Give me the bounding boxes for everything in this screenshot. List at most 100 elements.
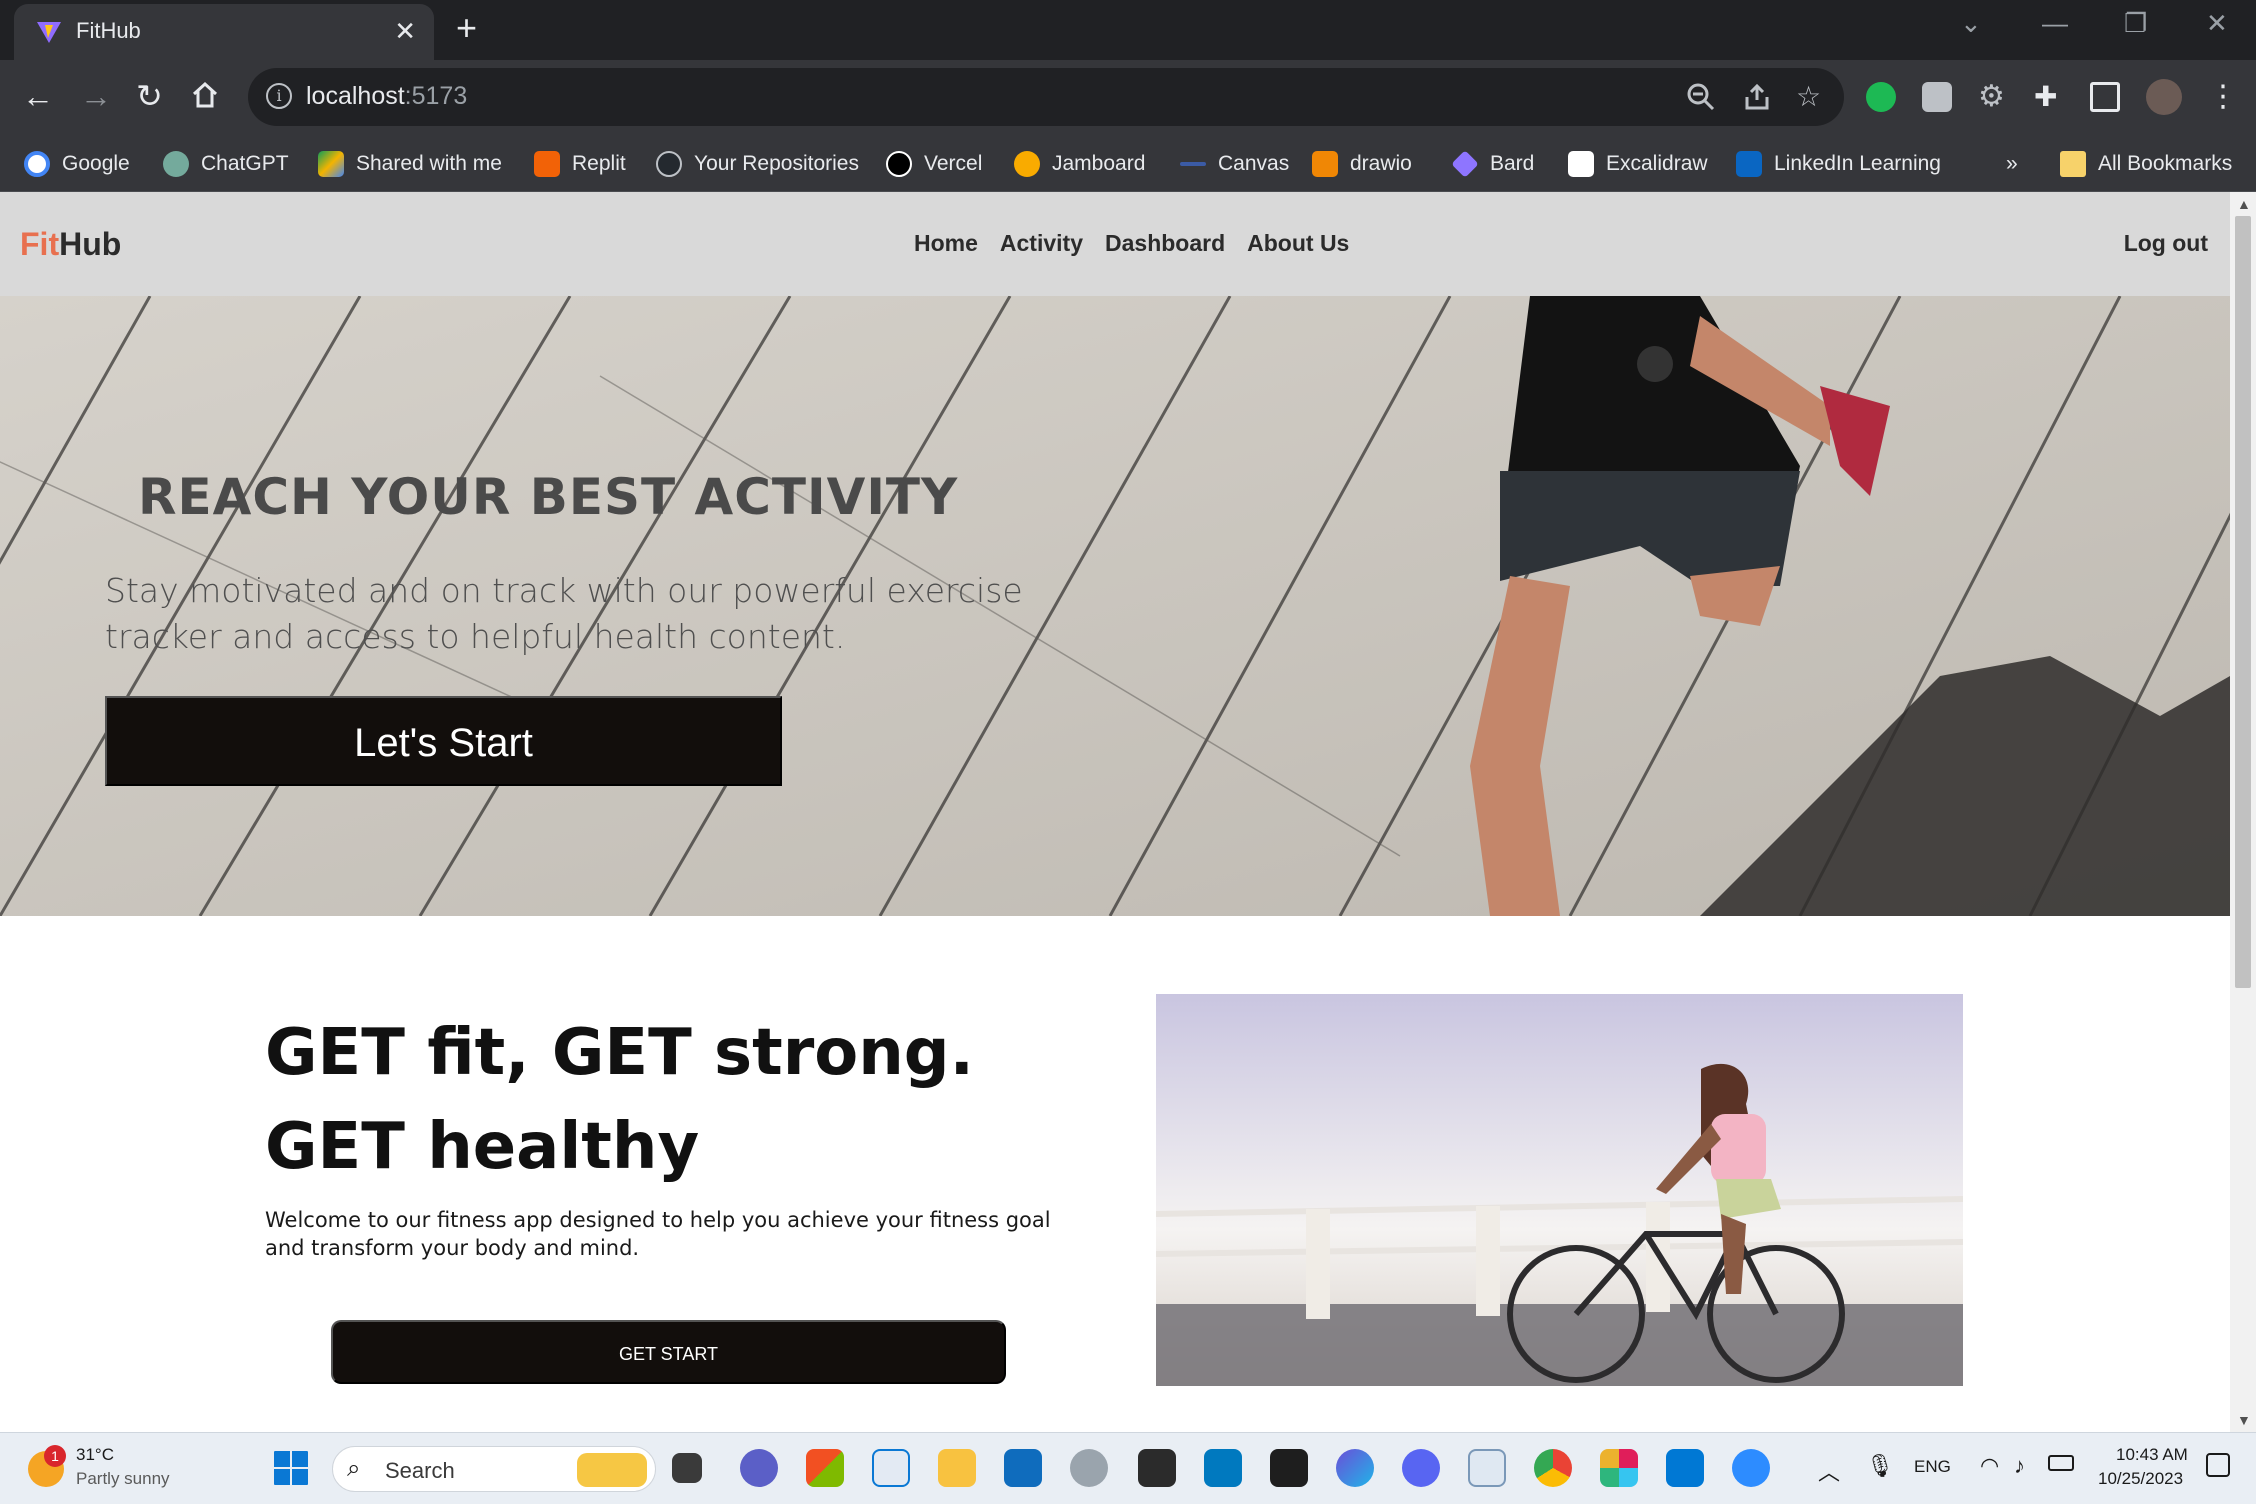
settings-extension-icon[interactable]: ⚙	[1978, 82, 2008, 112]
chatgpt-icon	[163, 151, 189, 177]
scrollbar-thumb[interactable]	[2235, 216, 2251, 988]
replit-icon	[534, 151, 560, 177]
language-indicator[interactable]: ENG	[1914, 1457, 1951, 1477]
side-panel-icon[interactable]	[2090, 82, 2120, 112]
bookmark-label: drawio	[1350, 152, 1412, 175]
discord-icon[interactable]	[1402, 1449, 1440, 1487]
bookmark-your-repositories[interactable]: Your Repositories	[656, 148, 859, 180]
close-window-icon[interactable]: ✕	[2206, 8, 2228, 39]
bookmark-label: Shared with me	[356, 152, 502, 175]
zoom-icon[interactable]	[1686, 82, 1716, 112]
database-icon[interactable]	[1070, 1449, 1108, 1487]
extensions-puzzle-icon[interactable]: ✚	[2034, 82, 2064, 112]
vscode-icon[interactable]	[1666, 1449, 1704, 1487]
bookmark-star-icon[interactable]: ☆	[1796, 80, 1821, 113]
bookmark-google[interactable]: Google	[24, 148, 130, 180]
vite-favicon-icon	[37, 22, 61, 43]
bookmark-label: Jamboard	[1052, 152, 1146, 175]
weather-temperature: 31°C	[76, 1445, 114, 1464]
fithub-logo[interactable]: FitHub	[20, 226, 121, 263]
reload-icon[interactable]: ↻	[136, 78, 163, 114]
profile-avatar[interactable]	[2146, 79, 2182, 115]
scroll-up-arrow-icon[interactable]: ▲	[2237, 196, 2251, 212]
slack-icon[interactable]	[1600, 1449, 1638, 1487]
nav-home-link[interactable]: Home	[914, 230, 978, 257]
linkedin-learning-icon	[1736, 151, 1762, 177]
close-tab-icon[interactable]: ✕	[394, 16, 416, 46]
github-icon	[656, 151, 682, 177]
share-icon[interactable]	[1742, 82, 1772, 112]
jamboard-icon	[1014, 151, 1040, 177]
file-explorer-icon[interactable]	[938, 1449, 976, 1487]
battery-icon[interactable]	[2048, 1455, 2074, 1471]
nav-activity-link[interactable]: Activity	[1000, 230, 1083, 257]
teams-chat-icon[interactable]	[740, 1449, 778, 1487]
lets-start-button[interactable]: Let's Start	[105, 696, 782, 786]
chrome-menu-icon[interactable]: ⋮	[2208, 82, 2238, 112]
bookmark-excalidraw[interactable]: Excalidraw	[1568, 148, 1708, 180]
outlook-icon[interactable]	[1004, 1449, 1042, 1487]
microphone-icon[interactable]: 🎙	[1866, 1453, 1894, 1479]
bookmark-replit[interactable]: Replit	[534, 148, 626, 180]
new-tab-icon[interactable]: +	[456, 10, 477, 46]
bookmark-vercel[interactable]: Vercel	[886, 148, 982, 180]
logout-link[interactable]: Log out	[2124, 230, 2208, 257]
tab-search-chevron-icon[interactable]: ⌄	[1960, 8, 1982, 39]
bookmark-jamboard[interactable]: Jamboard	[1014, 148, 1145, 180]
google-icon	[24, 151, 50, 177]
bard-sparkle-icon	[1451, 150, 1479, 178]
restore-icon[interactable]: ❐	[2124, 8, 2147, 39]
taskbar-search-box[interactable]: ⌕ Search	[332, 1446, 656, 1492]
canvas-icon	[1180, 162, 1206, 166]
figma-icon[interactable]	[1270, 1449, 1308, 1487]
task-view-icon[interactable]	[672, 1453, 702, 1483]
bookmark-label: Excalidraw	[1606, 152, 1708, 175]
app-window-icon[interactable]	[1468, 1449, 1506, 1487]
bookmark-label: Bard	[1490, 152, 1535, 175]
bookmark-linkedin-learning[interactable]: LinkedIn Learning	[1736, 148, 1941, 180]
show-hidden-icons-chevron-icon[interactable]: ︿	[1818, 1455, 1840, 1487]
nav-dashboard-link[interactable]: Dashboard	[1105, 230, 1225, 257]
bookmark-shared-with-me[interactable]: Shared with me	[318, 148, 502, 180]
extension-green-icon[interactable]	[1866, 82, 1896, 112]
bookmarks-overflow-button[interactable]: »	[2006, 148, 2018, 180]
copilot-icon[interactable]	[1336, 1449, 1374, 1487]
zoom-icon[interactable]	[1732, 1449, 1770, 1487]
bookmark-canvas[interactable]: Canvas	[1180, 148, 1289, 180]
microsoft-store-icon[interactable]	[806, 1449, 844, 1487]
drawio-icon	[1312, 151, 1338, 177]
google-drive-icon	[318, 151, 344, 177]
clock-date[interactable]: 10/25/2023	[2098, 1469, 2183, 1489]
headline-line-2: GET healthy	[265, 1110, 700, 1184]
wifi-icon[interactable]: ◠	[1980, 1453, 1999, 1479]
camera-extension-icon[interactable]	[1922, 82, 1952, 112]
snipping-tool-icon[interactable]	[872, 1449, 910, 1487]
page-scrollbar[interactable]: ▲ ▼	[2230, 192, 2256, 1432]
weather-description: Partly sunny	[76, 1469, 170, 1488]
volume-icon[interactable]: ♪	[2014, 1453, 2025, 1479]
back-icon[interactable]: ←	[22, 78, 54, 114]
clock-time[interactable]: 10:43 AM	[2116, 1445, 2188, 1465]
all-bookmarks-folder[interactable]: All Bookmarks	[2060, 148, 2232, 180]
bookmark-label: LinkedIn Learning	[1774, 152, 1941, 175]
site-info-icon[interactable]: i	[266, 83, 292, 109]
bookmark-chatgpt[interactable]: ChatGPT	[163, 148, 289, 180]
trello-icon[interactable]	[1204, 1449, 1242, 1487]
address-bar[interactable]: i localhost:5173 ☆	[248, 68, 1844, 126]
chrome-icon[interactable]	[1534, 1449, 1572, 1487]
notifications-icon[interactable]	[2206, 1453, 2230, 1477]
get-start-button[interactable]: GET START	[331, 1320, 1006, 1384]
home-icon[interactable]	[190, 80, 220, 110]
browser-tab-active[interactable]: FitHub ✕	[14, 4, 434, 60]
bookmark-bard[interactable]: Bard	[1451, 148, 1535, 180]
bookmark-drawio[interactable]: drawio	[1312, 148, 1412, 180]
all-bookmarks-label: All Bookmarks	[2098, 152, 2233, 175]
terminal-icon[interactable]	[1138, 1449, 1176, 1487]
cyclist-photo	[1156, 994, 1963, 1386]
scroll-down-arrow-icon[interactable]: ▼	[2237, 1412, 2251, 1428]
forward-icon[interactable]: →	[80, 78, 112, 114]
minimize-icon[interactable]: —	[2042, 8, 2068, 39]
search-highlight-icon	[577, 1453, 647, 1487]
windows-start-icon[interactable]	[272, 1449, 310, 1487]
nav-about-us-link[interactable]: About Us	[1247, 230, 1349, 257]
